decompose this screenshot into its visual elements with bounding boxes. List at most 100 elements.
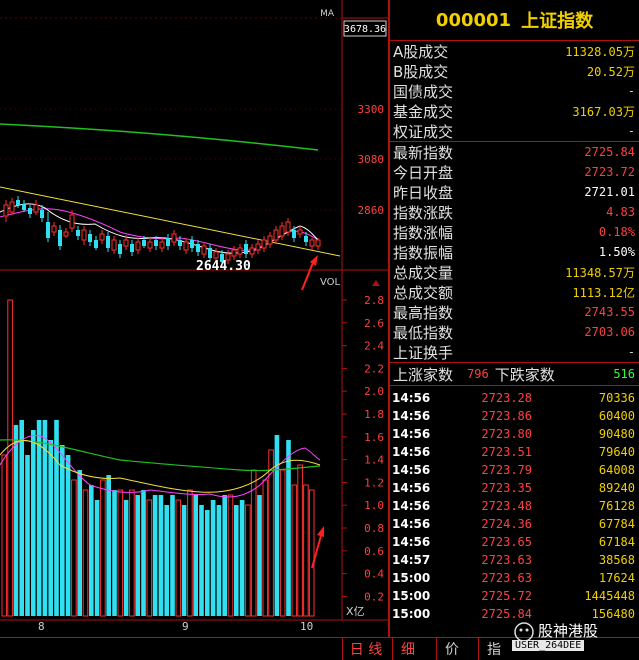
volume-bar	[82, 489, 89, 617]
volume-bar	[234, 505, 239, 616]
index-stats: 最新指数 2725.84 今日开盘 2723.72 昨日收盘 2721.01 指数涨跌 4.8…	[390, 142, 639, 362]
volume-bar	[274, 435, 280, 616]
tick-price: 2723.63	[481, 553, 532, 567]
tick-row[interactable]: 14:57 2723.63 38568	[390, 551, 639, 569]
tick-price: 2723.65	[481, 535, 532, 549]
rows2-row: 最低指数 2703.06	[390, 322, 639, 342]
volume-bar	[175, 499, 182, 617]
x-label-8: 8	[38, 620, 45, 633]
stat-value: 1.50%	[598, 245, 635, 259]
tick-price: 2723.28	[481, 391, 532, 405]
tick-price: 2725.72	[481, 589, 532, 603]
candle-body	[237, 247, 243, 255]
kline-chart[interactable]: 3678.36 MA 3300 3080 2860 2644.30 VOL 2.…	[0, 0, 388, 659]
tick-row[interactable]: 14:56 2723.65 67184	[390, 533, 639, 551]
tick-row[interactable]: 14:56 2723.86 60400	[390, 407, 639, 425]
tick-row[interactable]: 14:56 2724.36 67784	[390, 515, 639, 533]
candle-body	[3, 204, 9, 217]
candle-body	[111, 239, 117, 251]
stat-value: -	[627, 345, 635, 359]
up-label: 上涨家数	[393, 365, 454, 384]
volume-bar	[239, 500, 245, 616]
down-count: 516	[613, 367, 635, 381]
candle-body	[88, 234, 92, 242]
tab-index[interactable]: 指	[478, 638, 509, 660]
volume-bar	[158, 495, 164, 616]
rows2-row: 上证换手 -	[390, 342, 639, 362]
candle-body	[249, 247, 255, 255]
tick-list[interactable]: 14:56 2723.28 70336 14:56 2723.86 60400 14:56 2…	[390, 386, 639, 623]
volume-bar	[117, 489, 124, 617]
advance-decline: 上涨家数 796 下跌家数 516	[390, 362, 639, 386]
tick-time: 14:56	[392, 481, 431, 495]
stat-value: 11328.05万	[565, 44, 635, 59]
volume-bar	[48, 440, 53, 616]
stat-value: 11348.57万	[565, 265, 635, 280]
tick-vol: 64008	[598, 463, 635, 477]
period-tab[interactable]: 日 线	[342, 638, 389, 660]
stat-label: 总成交量	[393, 263, 454, 282]
tick-row[interactable]: 15:00 2723.63 17624	[390, 569, 639, 587]
candle-body	[51, 225, 57, 233]
vol-axis-label: 0.2	[364, 590, 384, 603]
volume-bar	[106, 475, 111, 616]
x-label-10: 10	[300, 620, 314, 633]
low-annotation: 2644.30	[196, 259, 251, 274]
rows2-row: 指数振幅 1.50%	[390, 242, 639, 262]
candle-body	[135, 241, 141, 251]
rows1-row: A股成交 11328.05万	[390, 41, 639, 61]
vol-axis-label: 0.8	[364, 522, 384, 535]
tick-row[interactable]: 14:56 2723.28 70336	[390, 389, 639, 407]
stat-label: 指数涨跌	[393, 203, 454, 222]
tick-row[interactable]: 15:00 2725.72 1445448	[390, 587, 639, 605]
volume-bar	[100, 479, 106, 617]
volume-bar	[193, 495, 198, 616]
candle-body	[33, 204, 39, 213]
tick-row[interactable]: 14:56 2723.79 64008	[390, 461, 639, 479]
stat-label: 基金成交	[393, 102, 454, 121]
max-tag: MA	[320, 9, 335, 19]
stat-value: 4.83	[606, 205, 635, 219]
stock-name: 上证指数	[521, 11, 594, 32]
volume-bar	[216, 505, 222, 616]
vol-axis-label: 1.2	[364, 476, 384, 489]
tab-detail[interactable]: 细	[392, 638, 423, 660]
candle-body	[40, 210, 44, 218]
stat-value: 20.52万	[586, 64, 635, 79]
tick-vol: 67784	[598, 517, 635, 531]
candle-body	[94, 240, 98, 248]
candle-body	[183, 241, 189, 251]
candle-body	[171, 233, 177, 243]
watermark: 股神港股 USER_264DEE	[512, 620, 636, 656]
rows2-row: 总成交量 11348.57万	[390, 262, 639, 282]
tab-price[interactable]: 价	[436, 638, 467, 660]
candle-body	[244, 244, 248, 254]
candle-body	[106, 236, 110, 248]
candle-body	[69, 214, 75, 229]
candle-body	[273, 229, 279, 241]
candle-body	[201, 245, 207, 255]
tick-row[interactable]: 14:56 2723.48 76128	[390, 497, 639, 515]
volume-bar	[152, 495, 158, 616]
tick-vol: 38568	[598, 553, 635, 567]
rows2-row: 指数涨跌 4.83	[390, 202, 639, 222]
stat-label: 指数涨幅	[393, 223, 454, 242]
vol-unit: X亿	[346, 605, 365, 618]
volume-bar	[65, 455, 71, 616]
volume-bar	[1, 454, 8, 617]
candle-body	[255, 243, 261, 251]
tick-price: 2723.79	[481, 463, 532, 477]
vol-axis-label: 0.4	[364, 568, 384, 581]
tick-time: 14:56	[392, 463, 431, 477]
rows1-row: 国债成交 -	[390, 81, 639, 101]
volume-bar	[135, 495, 140, 616]
vol-axis-label: 0.6	[364, 545, 384, 558]
volume-bar	[308, 489, 315, 617]
stat-label: 最低指数	[393, 323, 454, 342]
tick-row[interactable]: 14:56 2723.51 79640	[390, 443, 639, 461]
tick-time: 14:56	[392, 517, 431, 531]
stat-label: 总成交额	[393, 283, 454, 302]
tick-time: 14:56	[392, 391, 431, 405]
tick-row[interactable]: 14:56 2723.80 90480	[390, 425, 639, 443]
tick-row[interactable]: 14:56 2723.35 89240	[390, 479, 639, 497]
